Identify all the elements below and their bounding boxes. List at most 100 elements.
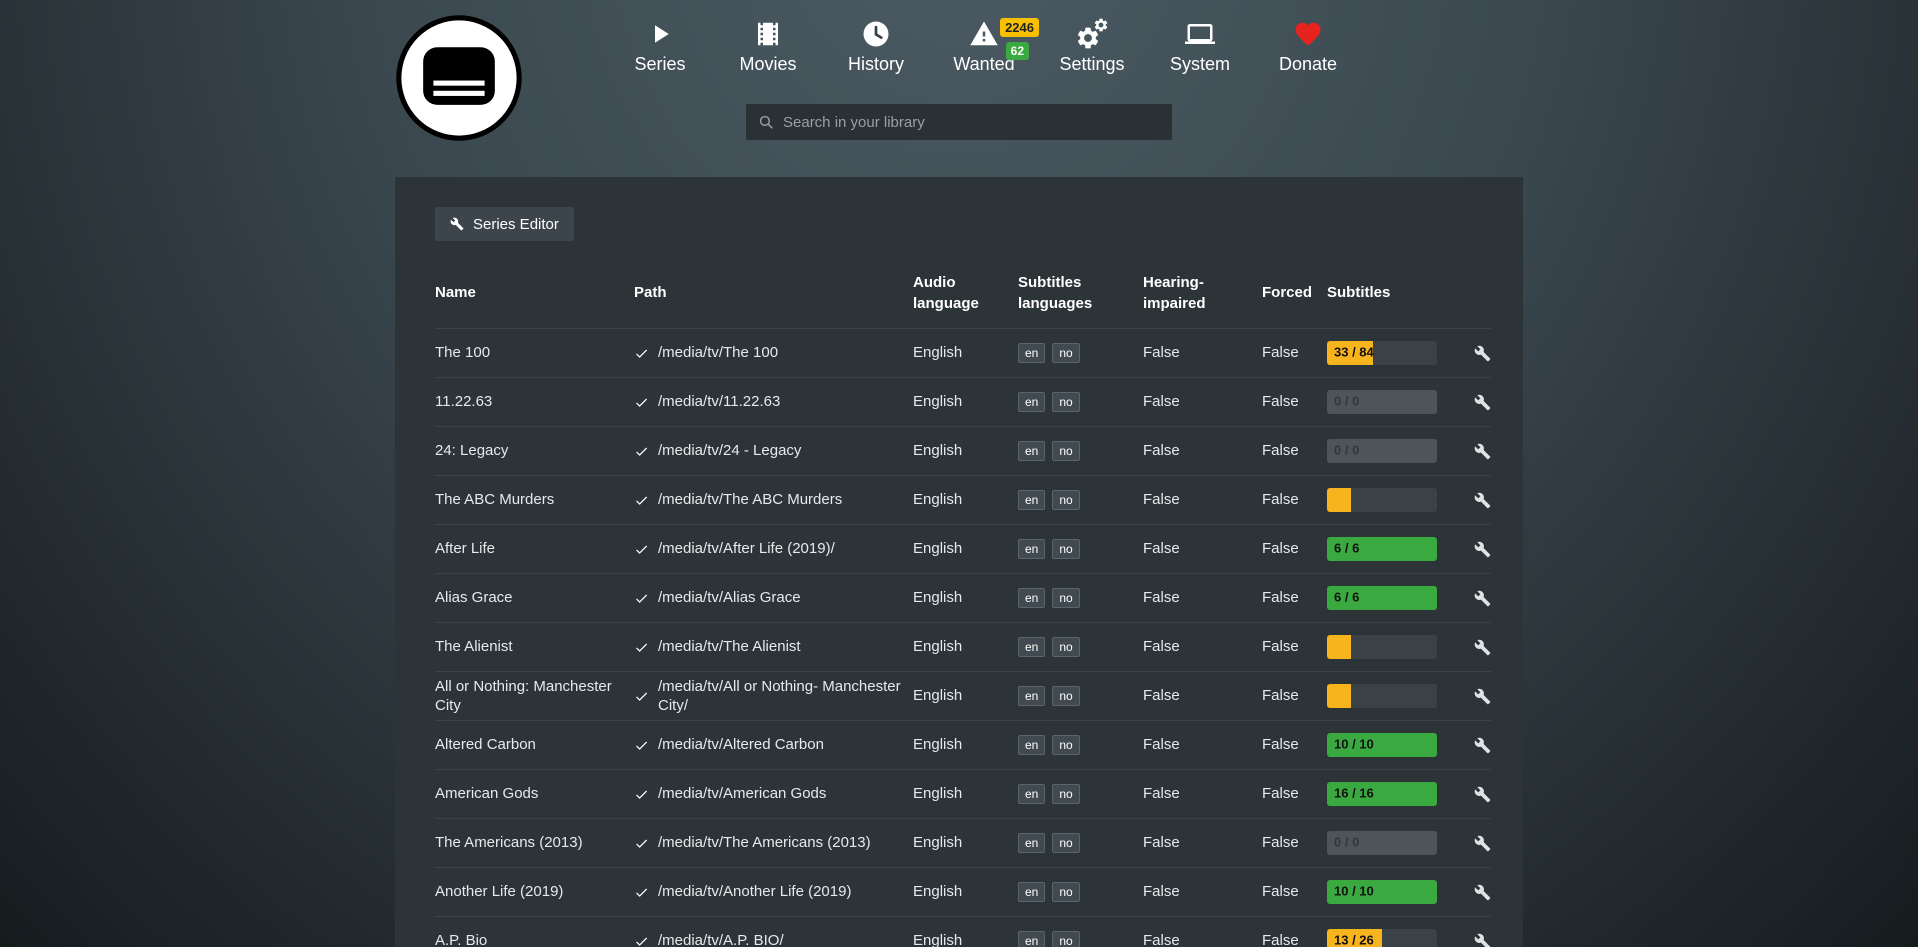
hearing-impaired: False [1143, 784, 1262, 804]
edit-series-button[interactable] [1463, 345, 1491, 362]
nav-item-history[interactable]: History [837, 16, 915, 75]
nav-item-series[interactable]: Series [621, 16, 699, 75]
forced: False [1262, 588, 1327, 608]
subtitle-language-badge: no [1052, 392, 1079, 412]
check-icon [634, 346, 649, 361]
wanted-series-badge: 2246 [1000, 18, 1039, 37]
edit-series-button[interactable] [1463, 737, 1491, 754]
edit-series-button[interactable] [1463, 443, 1491, 460]
series-table: Name Path Audio language Subtitles langu… [395, 259, 1523, 947]
forced: False [1262, 392, 1327, 412]
nav-item-movies[interactable]: Movies [729, 16, 807, 75]
wrench-icon [1474, 443, 1491, 460]
hearing-impaired: False [1143, 882, 1262, 902]
series-path: /media/tv/American Gods [634, 784, 913, 804]
column-header-audio-language: Audio language [913, 273, 1018, 314]
edit-series-button[interactable] [1463, 933, 1491, 947]
clock-icon [861, 16, 891, 52]
hearing-impaired: False [1143, 392, 1262, 412]
check-icon [634, 493, 649, 508]
audio-language: English [913, 588, 1018, 608]
series-name[interactable]: The Alienist [435, 637, 634, 657]
series-path-text: /media/tv/The ABC Murders [658, 490, 842, 510]
series-path-text: /media/tv/After Life (2019)/ [658, 539, 835, 559]
series-name[interactable]: The 100 [435, 343, 634, 363]
series-name[interactable]: All or Nothing: Manchester City [435, 677, 634, 716]
audio-language: English [913, 539, 1018, 559]
series-name[interactable]: The ABC Murders [435, 490, 634, 510]
series-name[interactable]: After Life [435, 539, 634, 559]
subtitles-cell: 10 / 10 [1327, 733, 1463, 757]
series-name[interactable]: Alias Grace [435, 588, 634, 608]
subtitles-logo-icon [395, 14, 523, 142]
series-editor-button[interactable]: Series Editor [435, 207, 574, 241]
subtitles-languages: enno [1018, 539, 1143, 559]
search-input[interactable] [783, 114, 1160, 131]
series-name[interactable]: American Gods [435, 784, 634, 804]
nav-label: Movies [739, 54, 796, 75]
edit-series-button[interactable] [1463, 688, 1491, 705]
audio-language: English [913, 490, 1018, 510]
subtitles-languages: enno [1018, 686, 1143, 706]
series-name[interactable]: A.P. Bio [435, 931, 634, 947]
subtitles-progress-bar [1327, 488, 1437, 512]
subtitle-language-badge: en [1018, 392, 1045, 412]
series-path-text: /media/tv/The Alienist [658, 637, 801, 657]
subtitles-progress-label: 0 / 0 [1334, 394, 1359, 411]
subtitles-languages: enno [1018, 784, 1143, 804]
heart-icon [1293, 16, 1323, 52]
edit-series-button[interactable] [1463, 884, 1491, 901]
nav-item-donate[interactable]: Donate [1269, 16, 1347, 75]
subtitles-cell [1327, 635, 1463, 659]
wrench-icon [1474, 737, 1491, 754]
subtitles-progress-bar: 6 / 6 [1327, 586, 1437, 610]
wrench-icon [1474, 590, 1491, 607]
wrench-icon [1474, 541, 1491, 558]
wrench-icon [1474, 688, 1491, 705]
edit-series-button[interactable] [1463, 541, 1491, 558]
check-icon [634, 444, 649, 459]
table-row: The Alienist/media/tv/The AlienistEnglis… [435, 623, 1491, 672]
series-path-text: /media/tv/American Gods [658, 784, 826, 804]
subtitles-cell [1327, 684, 1463, 708]
nav-item-wanted[interactable]: Wanted 2246 62 [945, 16, 1023, 75]
hearing-impaired: False [1143, 686, 1262, 706]
edit-series-button[interactable] [1463, 639, 1491, 656]
edit-series-button[interactable] [1463, 590, 1491, 607]
series-name[interactable]: 24: Legacy [435, 441, 634, 461]
subtitle-language-badge: en [1018, 490, 1045, 510]
edit-series-button[interactable] [1463, 492, 1491, 509]
bazarr-logo[interactable] [395, 14, 523, 142]
subtitles-progress-bar [1327, 635, 1437, 659]
hearing-impaired: False [1143, 490, 1262, 510]
series-name[interactable]: The Americans (2013) [435, 833, 634, 853]
edit-series-button[interactable] [1463, 835, 1491, 852]
subtitles-cell: 0 / 0 [1327, 831, 1463, 855]
subtitles-progress-bar: 0 / 0 [1327, 831, 1437, 855]
wrench-icon [1474, 835, 1491, 852]
check-icon [634, 934, 649, 947]
column-header-subtitles: Subtitles [1327, 283, 1463, 303]
series-name[interactable]: Altered Carbon [435, 735, 634, 755]
gears-icon [1075, 16, 1109, 52]
check-icon [634, 689, 649, 704]
series-path: /media/tv/A.P. BIO/ [634, 931, 913, 947]
subtitles-progress-bar: 13 / 26 [1327, 929, 1437, 947]
library-search [746, 104, 1172, 140]
series-path-text: /media/tv/The Americans (2013) [658, 833, 871, 853]
edit-series-button[interactable] [1463, 786, 1491, 803]
subtitles-progress-bar [1327, 684, 1437, 708]
subtitles-progress-bar: 0 / 0 [1327, 439, 1437, 463]
edit-series-button[interactable] [1463, 394, 1491, 411]
series-name[interactable]: Another Life (2019) [435, 882, 634, 902]
nav-item-settings[interactable]: Settings [1053, 16, 1131, 75]
subtitles-languages: enno [1018, 490, 1143, 510]
column-header-subtitles-languages: Subtitles languages [1018, 273, 1143, 314]
series-path: /media/tv/The Alienist [634, 637, 913, 657]
audio-language: English [913, 931, 1018, 947]
subtitles-cell: 13 / 26 [1327, 929, 1463, 947]
subtitles-languages: enno [1018, 588, 1143, 608]
series-name[interactable]: 11.22.63 [435, 392, 634, 412]
series-path: /media/tv/The 100 [634, 343, 913, 363]
nav-item-system[interactable]: System [1161, 16, 1239, 75]
